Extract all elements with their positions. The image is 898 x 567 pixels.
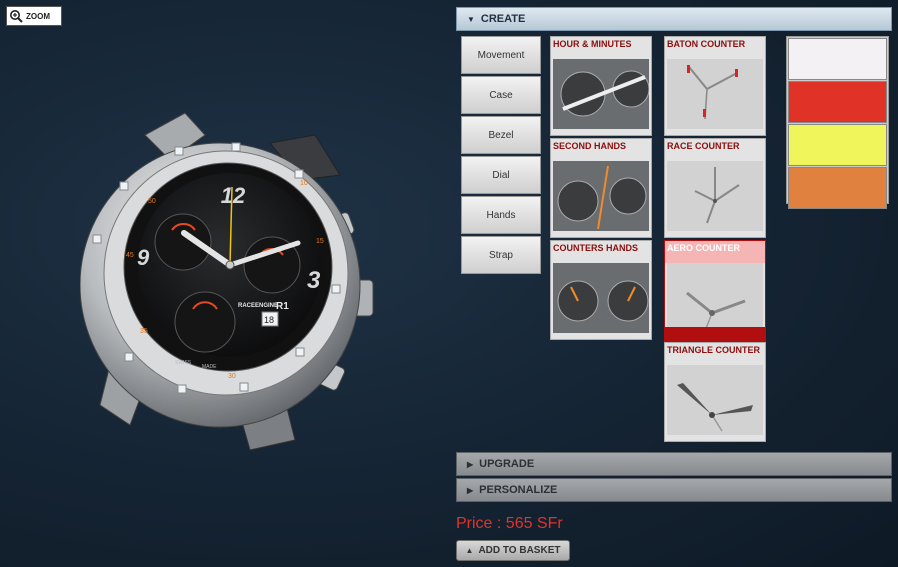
option-title: AERO COUNTER: [665, 241, 765, 263]
watch-brand: RACEENGINE: [238, 303, 278, 309]
hand-option-counters-hands[interactable]: COUNTERS HANDS: [550, 240, 652, 340]
color-swatch-red[interactable]: [788, 81, 887, 123]
watch-model: R1: [276, 301, 289, 312]
triangle-right-icon: ▶: [467, 485, 474, 495]
svg-text:10: 10: [300, 180, 308, 187]
category-label: Movement: [477, 49, 525, 61]
svg-text:35: 35: [140, 328, 148, 335]
option-thumbnail: [667, 263, 763, 333]
personalize-section-header[interactable]: ▶ PERSONALIZE: [456, 478, 892, 502]
option-title: SECOND HANDS: [553, 141, 627, 151]
color-swatch-panel: [786, 36, 889, 209]
option-thumbnail: [553, 59, 649, 129]
option-title: BATON COUNTER: [667, 39, 746, 49]
numeral-3: 3: [307, 267, 321, 294]
option-title: RACE COUNTER: [667, 141, 740, 151]
option-thumbnail: [667, 59, 763, 129]
option-thumbnail: [667, 365, 763, 435]
category-hands-button[interactable]: Hands: [461, 196, 541, 234]
category-strap-button[interactable]: Strap: [461, 236, 541, 274]
category-label: Hands: [486, 209, 516, 221]
color-swatch-white[interactable]: [788, 38, 887, 80]
personalize-label: PERSONALIZE: [479, 484, 558, 496]
category-label: Bezel: [488, 129, 514, 141]
add-to-basket-button[interactable]: ▲ ADD TO BASKET: [456, 540, 570, 561]
svg-text:50: 50: [148, 198, 156, 205]
upgrade-section-header[interactable]: ▶ UPGRADE: [456, 452, 892, 476]
numeral-9: 9: [137, 245, 150, 270]
svg-text:15: 15: [316, 238, 324, 245]
hand-option-triangle-counter[interactable]: TRIANGLE COUNTER: [664, 342, 766, 442]
hand-option-hour-minutes[interactable]: HOUR & MINUTES: [550, 36, 652, 136]
zoom-button[interactable]: ZOOM: [6, 6, 62, 26]
zoom-label: ZOOM: [26, 11, 50, 21]
category-bezel-button[interactable]: Bezel: [461, 116, 541, 154]
triangle-right-icon: ▶: [467, 459, 474, 469]
swiss-label: SWISS: [175, 360, 192, 366]
upgrade-label: UPGRADE: [479, 458, 535, 470]
color-swatch-orange[interactable]: [788, 167, 887, 209]
color-swatch-yellow[interactable]: [788, 124, 887, 166]
option-thumbnail: [667, 161, 763, 231]
create-section-header[interactable]: ▼ CREATE: [456, 7, 892, 31]
option-title: TRIANGLE COUNTER: [667, 345, 760, 355]
option-thumbnail: [553, 161, 649, 231]
made-label: MADE: [202, 364, 217, 370]
option-title: COUNTERS HANDS: [553, 243, 639, 253]
option-thumbnail: [553, 263, 649, 333]
watch-preview: 50 10 15 45 30 35 12 3 9 RACEENGINE R1 18 SW…: [80, 112, 374, 451]
date-window: 18: [264, 315, 274, 325]
category-movement-button[interactable]: Movement: [461, 36, 541, 74]
category-label: Case: [489, 89, 513, 101]
hand-option-second-hands[interactable]: SECOND HANDS: [550, 138, 652, 238]
numeral-12: 12: [221, 183, 246, 208]
category-case-button[interactable]: Case: [461, 76, 541, 114]
category-label: Strap: [489, 249, 513, 261]
category-dial-button[interactable]: Dial: [461, 156, 541, 194]
hand-option-baton-counter[interactable]: BATON COUNTER: [664, 36, 766, 136]
hand-option-race-counter[interactable]: RACE COUNTER: [664, 138, 766, 238]
svg-text:45: 45: [126, 252, 134, 259]
create-label: CREATE: [480, 13, 526, 25]
option-title: HOUR & MINUTES: [553, 39, 632, 49]
selected-indicator: [665, 327, 765, 341]
basket-label: ADD TO BASKET: [478, 545, 561, 556]
magnifier-plus-icon: [10, 10, 23, 23]
triangle-up-icon: ▲: [465, 546, 474, 555]
price-label: Price : 565 SFr: [456, 515, 563, 532]
svg-text:30: 30: [228, 373, 236, 380]
category-label: Dial: [492, 169, 510, 181]
hand-option-aero-counter[interactable]: AERO COUNTER: [664, 240, 766, 342]
triangle-down-icon: ▼: [467, 14, 475, 24]
